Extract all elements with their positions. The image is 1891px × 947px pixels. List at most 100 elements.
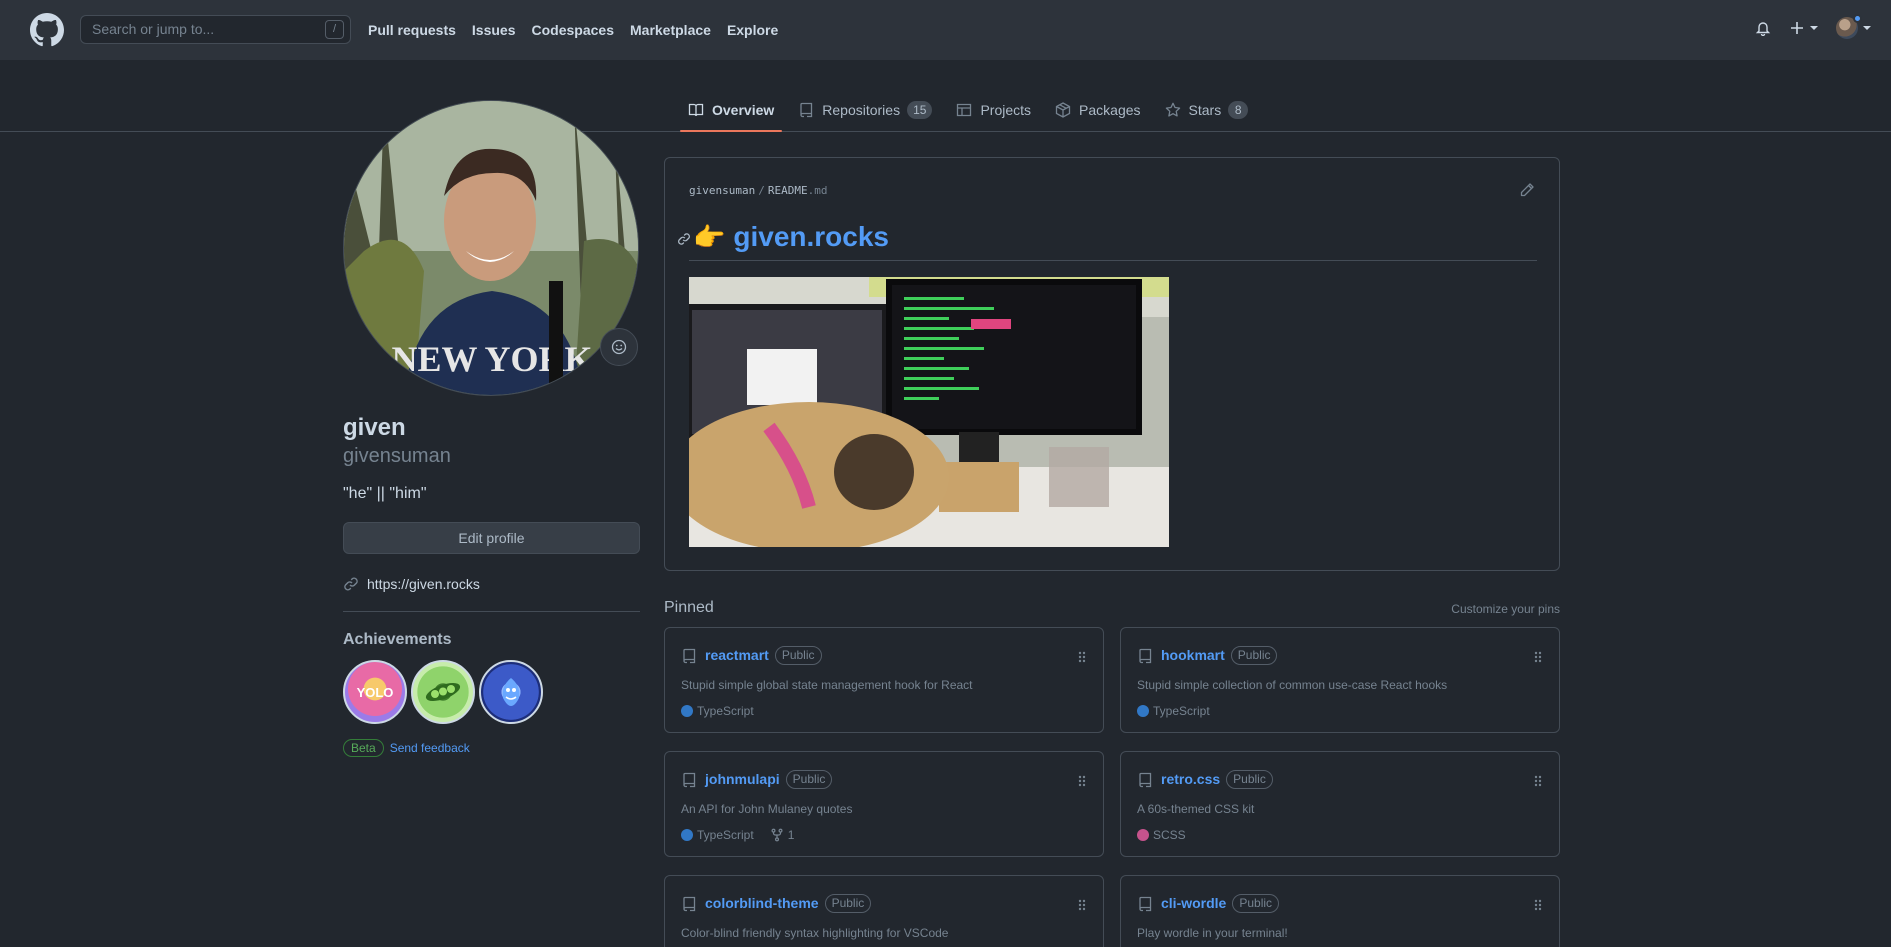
repo-name-link[interactable]: hookmart	[1161, 647, 1225, 663]
pencil-icon[interactable]	[1519, 182, 1535, 198]
nav-issues[interactable]: Issues	[472, 22, 516, 38]
repo-description: Stupid simple global state management ho…	[681, 678, 973, 692]
set-status-button[interactable]	[600, 328, 638, 366]
repo-description: A 60s-themed CSS kit	[1137, 802, 1255, 816]
tab-repositories[interactable]: Repositories 15	[790, 90, 940, 130]
drag-handle-icon[interactable]	[1077, 774, 1087, 788]
repo-name-link[interactable]: colorblind-theme	[705, 895, 819, 911]
book-icon	[688, 103, 704, 117]
repo-icon	[683, 896, 696, 912]
readme-file[interactable]: README	[768, 184, 808, 197]
fork-count: 1	[787, 828, 795, 842]
user-menu-button[interactable]	[1836, 14, 1871, 39]
visibility-badge: Public	[1226, 770, 1273, 789]
nav-explore[interactable]: Explore	[727, 22, 778, 38]
language-color-dot	[681, 829, 693, 841]
tab-label: Stars	[1188, 102, 1222, 118]
repo-icon	[1139, 896, 1152, 912]
profile-readme: givensuman / README.md 👉 given.rocks	[664, 157, 1560, 571]
achievement-badges: YOLO	[343, 660, 543, 724]
repo-icon	[683, 648, 696, 664]
nav-codespaces[interactable]: Codespaces	[532, 22, 614, 38]
badge-yolo[interactable]: YOLO	[343, 660, 407, 724]
send-feedback-link[interactable]: Send feedback	[390, 741, 470, 755]
drag-handle-icon[interactable]	[1533, 650, 1543, 664]
repo-name-row: colorblind-theme Public	[705, 894, 872, 913]
badge-pull-shark[interactable]	[479, 660, 543, 724]
tab-label: Overview	[712, 102, 775, 118]
repo-description: Color-blind friendly syntax highlighting…	[681, 926, 949, 940]
profile-tabs-bar: Overview Repositories 15 Projects Packag…	[0, 60, 1891, 132]
profile-avatar[interactable]: NEW YORK	[343, 100, 639, 396]
header-actions	[1755, 14, 1871, 39]
repo-meta: TypeScript 1	[681, 828, 794, 842]
search-placeholder: Search or jump to...	[92, 21, 215, 37]
smiley-icon	[611, 339, 627, 355]
repo-name-link[interactable]: cli-wordle	[1161, 895, 1226, 911]
repo-meta: TypeScript	[681, 704, 754, 718]
profile-tabs: Overview Repositories 15 Projects Packag…	[680, 90, 1264, 132]
tab-stars[interactable]: Stars 8	[1157, 90, 1257, 130]
readme-image	[689, 277, 1169, 547]
repo-icon	[1139, 648, 1152, 664]
drag-handle-icon[interactable]	[1533, 774, 1543, 788]
tab-overview[interactable]: Overview	[680, 90, 783, 132]
drag-handle-icon[interactable]	[1077, 650, 1087, 664]
repo-icon	[800, 102, 813, 118]
beta-badge: Beta	[343, 739, 384, 757]
star-icon	[1165, 102, 1180, 117]
edit-profile-button[interactable]: Edit profile	[343, 522, 640, 554]
create-new-button[interactable]	[1789, 20, 1818, 36]
readme-ext: .md	[807, 184, 828, 197]
visibility-badge: Public	[1230, 646, 1278, 665]
drag-handle-icon[interactable]	[1077, 898, 1087, 912]
badge-yolo-text: YOLO	[356, 684, 394, 700]
tab-label: Repositories	[822, 102, 901, 118]
repo-name-row: cli-wordle Public	[1161, 894, 1280, 913]
repo-name-link[interactable]: reactmart	[705, 647, 769, 663]
fork-icon	[771, 828, 783, 842]
chevron-down-icon	[1863, 26, 1871, 30]
website-link[interactable]: https://given.rocks	[367, 576, 480, 592]
link-icon[interactable]	[677, 232, 691, 246]
readme-heading: 👉 given.rocks	[678, 220, 1537, 261]
avatar	[1836, 14, 1862, 39]
status-dot-icon	[1853, 14, 1862, 23]
bell-icon[interactable]	[1755, 20, 1771, 36]
drag-handle-icon[interactable]	[1533, 898, 1543, 912]
table-icon	[957, 103, 972, 117]
visibility-badge: Public	[1232, 894, 1280, 913]
stars-count: 8	[1228, 101, 1249, 119]
nav-marketplace[interactable]: Marketplace	[630, 22, 711, 38]
pinned-repo-card: reactmart Public Stupid simple global sta…	[664, 627, 1104, 733]
tab-packages[interactable]: Packages	[1047, 90, 1148, 130]
repo-name-row: johnmulapi Public	[705, 770, 833, 789]
tab-projects[interactable]: Projects	[948, 90, 1039, 130]
customize-pins-link[interactable]: Customize your pins	[1451, 602, 1560, 616]
repo-name-row: reactmart Public	[705, 646, 822, 665]
repo-meta: SCSS	[1137, 828, 1186, 842]
readme-title-link[interactable]: given.rocks	[733, 221, 889, 253]
repo-name-link[interactable]: johnmulapi	[705, 771, 780, 787]
plus-icon	[1791, 22, 1803, 34]
peapod-icon	[425, 682, 461, 702]
search-input[interactable]: Search or jump to... /	[80, 15, 351, 44]
package-icon	[1055, 102, 1071, 118]
profile-bio: "he" || "him"	[343, 485, 427, 502]
repo-name-link[interactable]: retro.css	[1161, 771, 1220, 787]
repo-forks[interactable]: 1	[770, 828, 795, 842]
readme-owner[interactable]: givensuman	[689, 184, 755, 197]
readme-breadcrumb: givensuman / README.md	[689, 184, 828, 197]
github-logo-icon[interactable]	[30, 13, 64, 47]
top-header: Search or jump to... / Pull requests Iss…	[0, 0, 1891, 60]
profile-login: givensuman	[343, 445, 451, 467]
badge-pair-extraordinaire[interactable]	[411, 660, 475, 724]
achievements-title: Achievements	[343, 631, 452, 648]
repo-language: TypeScript	[1153, 704, 1210, 718]
search-shortcut-key: /	[325, 20, 344, 39]
nav-pull-requests[interactable]: Pull requests	[368, 22, 456, 38]
visibility-badge: Public	[774, 646, 822, 665]
language-color-dot	[1137, 829, 1149, 841]
achievements-footer: Beta Send feedback	[343, 739, 470, 757]
global-nav: Pull requests Issues Codespaces Marketpl…	[368, 0, 794, 60]
